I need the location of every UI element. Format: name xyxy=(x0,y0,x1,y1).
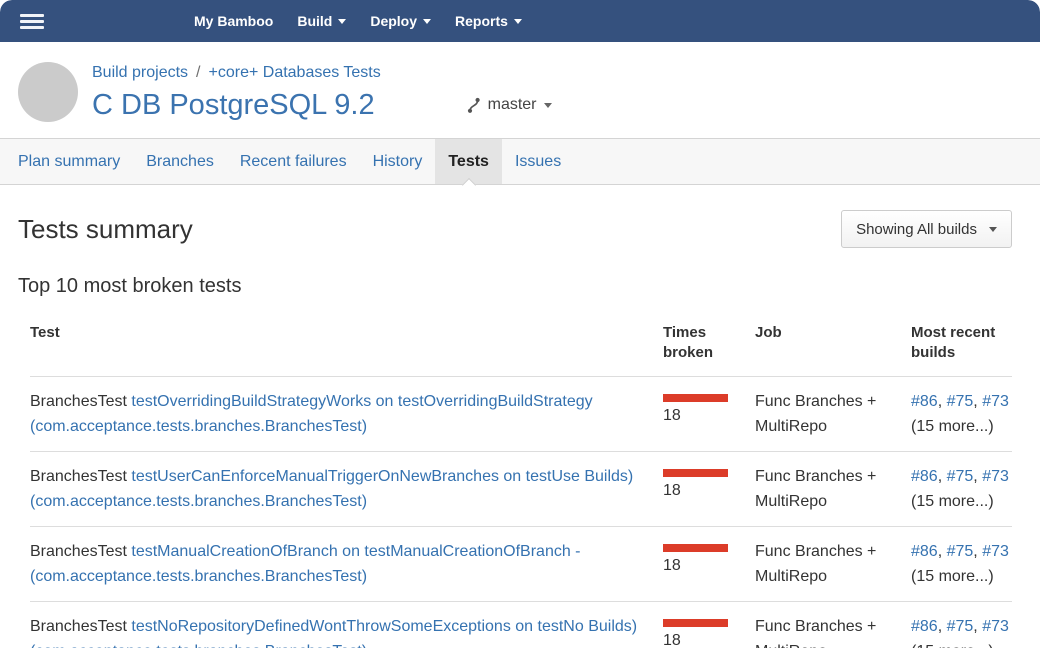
plan-title: C DB PostgreSQL 9.2 xyxy=(92,88,375,122)
build-link[interactable]: #86 xyxy=(911,393,938,410)
test-name-cell: BranchesTest testManualCreationOfBranch … xyxy=(30,527,663,601)
test-class: BranchesTest xyxy=(30,468,127,485)
build-link[interactable]: #73 xyxy=(982,618,1009,635)
more-builds-label: (15 more...) xyxy=(911,564,1009,589)
breadcrumb-build-projects-link[interactable]: Build projects xyxy=(92,64,188,81)
broken-tests-table: Test Times broken Job Most recent builds… xyxy=(30,312,1012,648)
test-name-cell: BranchesTest testOverridingBuildStrategy… xyxy=(30,377,663,451)
section-title: Top 10 most broken tests xyxy=(18,275,1012,298)
test-class: BranchesTest xyxy=(30,618,127,635)
showing-builds-filter-button[interactable]: Showing All builds xyxy=(841,210,1012,248)
tab-issues[interactable]: Issues xyxy=(502,139,574,184)
test-class: BranchesTest xyxy=(30,543,127,560)
column-header-job: Job xyxy=(755,312,911,376)
nav-items: My Bamboo Build Deploy Reports xyxy=(182,0,534,42)
recent-builds-cell: #86, #75, #73 (15 more...) xyxy=(911,452,1019,526)
plan-avatar xyxy=(18,62,78,122)
broken-count: 18 xyxy=(663,632,681,648)
chevron-down-icon xyxy=(989,227,997,232)
page: My Bamboo Build Deploy Reports Build pro… xyxy=(0,0,1040,648)
chevron-down-icon xyxy=(423,19,431,24)
tab-recent-failures[interactable]: Recent failures xyxy=(227,139,360,184)
table-row: BranchesTest testUserCanEnforceManualTri… xyxy=(30,451,1012,526)
times-broken-cell: 18 xyxy=(663,602,755,648)
job-cell: Func Branches + MultiRepo xyxy=(755,602,911,648)
build-link[interactable]: #75 xyxy=(947,393,974,410)
nav-item-reports[interactable]: Reports xyxy=(443,0,534,42)
page-title: Tests summary xyxy=(18,214,193,245)
build-link[interactable]: #73 xyxy=(982,393,1009,410)
chevron-down-icon xyxy=(514,19,522,24)
table-row: BranchesTest testNoRepositoryDefinedWont… xyxy=(30,601,1012,648)
nav-item-my-bamboo[interactable]: My Bamboo xyxy=(182,0,285,42)
more-builds-label: (15 more...) xyxy=(911,414,1009,439)
git-branch-icon xyxy=(467,97,481,114)
job-cell: Func Branches + MultiRepo xyxy=(755,527,911,601)
tab-branches[interactable]: Branches xyxy=(133,139,227,184)
test-class: BranchesTest xyxy=(30,393,127,410)
column-header-times-broken: Times broken xyxy=(663,312,755,376)
main-content: Tests summary Showing All builds Top 10 … xyxy=(0,210,1040,648)
broken-count: 18 xyxy=(663,557,681,574)
table-row: BranchesTest testManualCreationOfBranch … xyxy=(30,526,1012,601)
build-link[interactable]: #75 xyxy=(947,468,974,485)
times-broken-cell: 18 xyxy=(663,527,755,601)
hamburger-menu-icon[interactable] xyxy=(20,14,44,29)
test-name-cell: BranchesTest testNoRepositoryDefinedWont… xyxy=(30,602,663,648)
build-link[interactable]: #73 xyxy=(982,468,1009,485)
build-link[interactable]: #86 xyxy=(911,618,938,635)
broken-count-bar xyxy=(663,469,728,477)
build-link[interactable]: #75 xyxy=(947,543,974,560)
broken-count-bar xyxy=(663,619,728,627)
chevron-down-icon xyxy=(544,103,552,108)
more-builds-label: (15 more...) xyxy=(911,639,1009,648)
breadcrumb-separator: / xyxy=(196,64,200,81)
tab-plan-summary[interactable]: Plan summary xyxy=(5,139,133,184)
chevron-down-icon xyxy=(338,19,346,24)
tab-tests[interactable]: Tests xyxy=(435,139,502,184)
times-broken-cell: 18 xyxy=(663,452,755,526)
recent-builds-cell: #86, #75, #73 (15 more...) xyxy=(911,527,1019,601)
broken-count: 18 xyxy=(663,407,681,424)
times-broken-cell: 18 xyxy=(663,377,755,451)
breadcrumb-plan-group-link[interactable]: +core+ Databases Tests xyxy=(209,64,381,81)
job-cell: Func Branches + MultiRepo xyxy=(755,377,911,451)
more-builds-label: (15 more...) xyxy=(911,489,1009,514)
plan-tabs: Plan summary Branches Recent failures Hi… xyxy=(0,138,1040,185)
recent-builds-cell: #86, #75, #73 (15 more...) xyxy=(911,602,1019,648)
breadcrumb: Build projects / +core+ Databases Tests xyxy=(92,62,552,84)
tab-history[interactable]: History xyxy=(360,139,436,184)
table-header-row: Test Times broken Job Most recent builds xyxy=(30,312,1012,376)
build-link[interactable]: #75 xyxy=(947,618,974,635)
column-header-test: Test xyxy=(30,312,663,376)
broken-count-bar xyxy=(663,394,728,402)
table-row: BranchesTest testOverridingBuildStrategy… xyxy=(30,376,1012,451)
branch-name: master xyxy=(488,96,537,114)
column-header-most-recent-builds: Most recent builds xyxy=(911,312,1012,376)
plan-header: Build projects / +core+ Databases Tests C … xyxy=(0,42,1040,138)
test-name-cell: BranchesTest testUserCanEnforceManualTri… xyxy=(30,452,663,526)
top-navbar: My Bamboo Build Deploy Reports xyxy=(0,0,1040,42)
recent-builds-cell: #86, #75, #73 (15 more...) xyxy=(911,377,1019,451)
build-link[interactable]: #86 xyxy=(911,468,938,485)
job-cell: Func Branches + MultiRepo xyxy=(755,452,911,526)
broken-count: 18 xyxy=(663,482,681,499)
nav-item-build[interactable]: Build xyxy=(285,0,358,42)
build-link[interactable]: #73 xyxy=(982,543,1009,560)
build-link[interactable]: #86 xyxy=(911,543,938,560)
branch-selector[interactable]: master xyxy=(467,96,552,114)
broken-count-bar xyxy=(663,544,728,552)
nav-item-deploy[interactable]: Deploy xyxy=(358,0,443,42)
